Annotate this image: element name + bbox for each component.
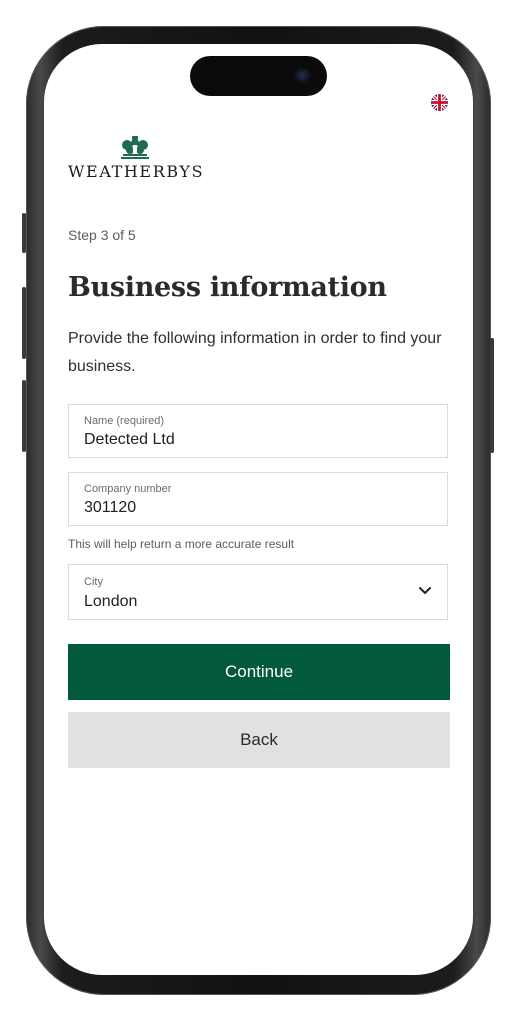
action-button xyxy=(22,213,26,253)
page-title: Business information xyxy=(68,272,387,303)
continue-button[interactable]: Continue xyxy=(68,644,450,700)
chevron-down-icon[interactable] xyxy=(418,586,432,596)
app-screen: WEATHERBYS Step 3 of 5 Business informat… xyxy=(44,44,473,975)
weatherbys-crest-icon xyxy=(121,136,149,159)
volume-down-button xyxy=(22,380,26,452)
name-field-label: Name (required) xyxy=(84,415,165,427)
name-field[interactable]: Name (required) xyxy=(68,404,448,458)
dynamic-island xyxy=(190,56,327,96)
power-button xyxy=(490,338,494,453)
company-number-label: Company number xyxy=(84,483,172,495)
name-input[interactable] xyxy=(84,431,414,449)
city-select[interactable]: City London xyxy=(68,564,448,620)
company-number-field[interactable]: Company number xyxy=(68,472,448,526)
city-value: London xyxy=(84,593,138,610)
front-camera xyxy=(295,68,311,84)
volume-up-button xyxy=(22,287,26,359)
company-number-input[interactable] xyxy=(84,499,414,517)
page-description: Provide the following information in ord… xyxy=(68,330,442,375)
brand-logo: WEATHERBYS xyxy=(68,136,204,186)
company-number-hint: This will help return a more accurate re… xyxy=(68,537,295,551)
back-button[interactable]: Back xyxy=(68,712,450,768)
uk-flag-icon[interactable] xyxy=(431,94,448,111)
step-indicator: Step 3 of 5 xyxy=(68,227,136,243)
city-label: City xyxy=(84,576,103,588)
brand-wordmark: WEATHERBYS xyxy=(68,162,205,181)
